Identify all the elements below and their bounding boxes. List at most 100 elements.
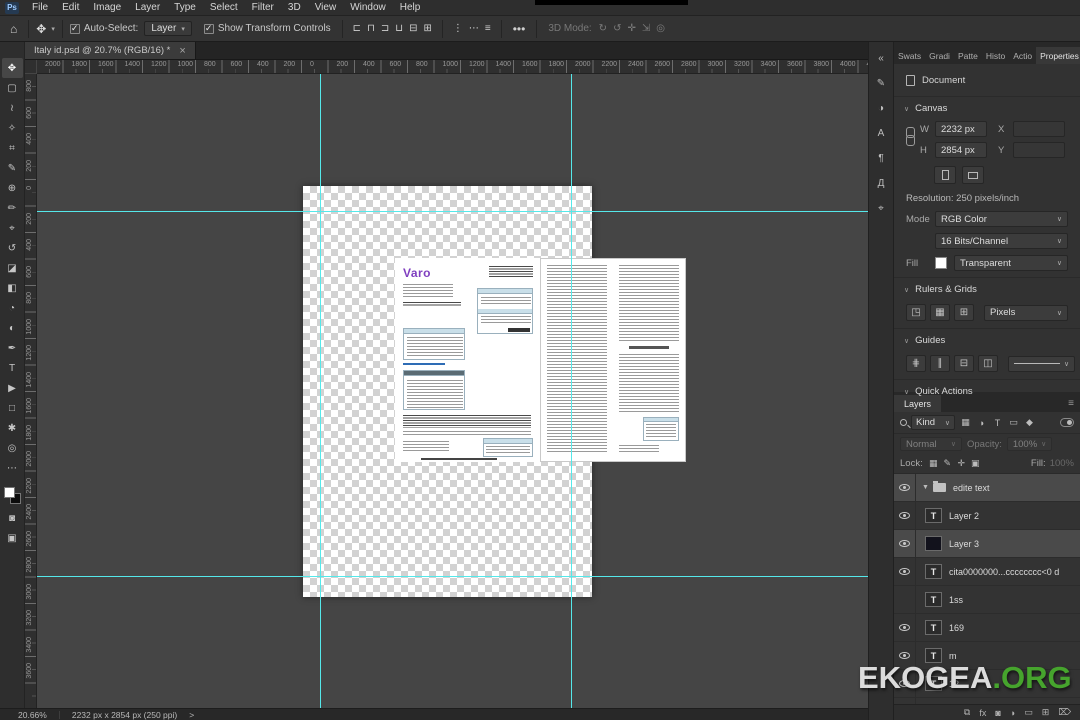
canvas-viewport[interactable]: Varo bbox=[37, 74, 868, 708]
menu-window[interactable]: Window bbox=[343, 0, 393, 15]
quick-mask-button[interactable]: ◙ bbox=[2, 508, 23, 528]
align-right-edges-icon[interactable]: ⊐ bbox=[378, 23, 392, 34]
more-options-icon[interactable]: ••• bbox=[509, 22, 530, 36]
history-brush-tool[interactable]: ↺ bbox=[2, 238, 23, 258]
lock-position-icon[interactable]: ✛ bbox=[955, 456, 968, 471]
crop-tool[interactable]: ⌗ bbox=[2, 138, 23, 158]
opacity-select[interactable]: 100% ∨ bbox=[1006, 437, 1053, 451]
properties-document-row[interactable]: Document bbox=[894, 68, 1080, 93]
brush-tool[interactable]: ✏ bbox=[2, 198, 23, 218]
filter-type-layers-icon[interactable]: T bbox=[990, 415, 1005, 430]
guide-horizontal[interactable] bbox=[37, 576, 868, 577]
layer-row[interactable]: ▼ edite text bbox=[894, 474, 1080, 502]
rulers-grids-section-header[interactable]: ∨ Rulers & Grids bbox=[894, 277, 1080, 300]
canvas-area[interactable]: 2000 1800 1600 1400 1200 1000 800 600 400 200 0 200… bbox=[25, 60, 868, 708]
3d-slide-icon[interactable]: ⇲ bbox=[639, 23, 653, 34]
distribute-vertical-icon[interactable]: ⋮ bbox=[450, 23, 466, 34]
menu-view[interactable]: View bbox=[308, 0, 344, 15]
ruler-top[interactable]: 2000 1800 1600 1400 1200 1000 800 600 400 200 0 200… bbox=[37, 60, 868, 74]
layer-visibility-toggle[interactable] bbox=[894, 501, 916, 530]
tab-histo[interactable]: Histo bbox=[982, 47, 1009, 64]
brushes-panel-icon[interactable]: ✎ bbox=[871, 75, 891, 91]
expand-panels-icon[interactable]: « bbox=[871, 50, 891, 66]
marquee-tool[interactable]: ▢ bbox=[2, 78, 23, 98]
menu-3d[interactable]: 3D bbox=[281, 0, 308, 15]
ruler-corner[interactable] bbox=[25, 60, 37, 74]
filter-shape-layers-icon[interactable]: ▭ bbox=[1006, 415, 1021, 430]
auto-select-checkbox[interactable] bbox=[69, 23, 80, 34]
gradient-tool[interactable]: ◧ bbox=[2, 278, 23, 298]
landscape-orientation-button[interactable] bbox=[962, 166, 984, 184]
menu-layer[interactable]: Layer bbox=[128, 0, 167, 15]
menu-filter[interactable]: Filter bbox=[245, 0, 281, 15]
ruler-toggle-icon[interactable]: ◳ bbox=[906, 304, 926, 321]
screen-mode-button[interactable]: ▣ bbox=[2, 528, 23, 548]
distribute-spacing-icon[interactable]: ≡ bbox=[482, 23, 494, 34]
portrait-orientation-button[interactable] bbox=[934, 166, 956, 184]
align-bottom-edges-icon[interactable]: ⊞ bbox=[420, 23, 434, 34]
units-select[interactable]: Pixels ∨ bbox=[984, 304, 1068, 321]
type-tool[interactable]: T bbox=[2, 358, 23, 378]
align-top-edges-icon[interactable]: ⊔ bbox=[392, 23, 406, 34]
3d-scale-icon[interactable]: ◎ bbox=[653, 23, 668, 34]
menu-edit[interactable]: Edit bbox=[55, 0, 86, 15]
path-selection-tool[interactable]: ▶ bbox=[2, 378, 23, 398]
zoom-level-field[interactable]: 20.66% bbox=[18, 710, 47, 720]
layer-visibility-toggle[interactable] bbox=[894, 613, 916, 642]
layer-row[interactable]: T 169 bbox=[894, 613, 1080, 642]
3d-rotate-icon[interactable]: ↻ bbox=[596, 23, 610, 34]
new-guide-layout-icon[interactable]: ⋕ bbox=[906, 355, 926, 372]
canvas-width-field[interactable]: 2232 px bbox=[935, 121, 987, 137]
clear-guides-icon[interactable]: ◫ bbox=[978, 355, 998, 372]
align-horizontal-centers-icon[interactable]: ⊓ bbox=[364, 23, 378, 34]
filter-pixel-layers-icon[interactable]: ▦ bbox=[958, 415, 973, 430]
horizontal-guide-icon[interactable]: ⊟ bbox=[954, 355, 974, 372]
show-transform-checkbox[interactable] bbox=[203, 23, 214, 34]
add-layer-mask-icon[interactable]: ◙ bbox=[995, 708, 1000, 718]
tab-swats[interactable]: Swats bbox=[894, 47, 925, 64]
vertical-guide-icon[interactable]: ∥ bbox=[930, 355, 950, 372]
delete-layer-icon[interactable]: ⌦ bbox=[1058, 707, 1071, 718]
group-expand-chevron[interactable]: ▼ bbox=[922, 484, 929, 491]
lock-all-icon[interactable]: ▣ bbox=[969, 456, 982, 471]
close-icon[interactable]: × bbox=[179, 45, 185, 57]
tab-gradi[interactable]: Gradi bbox=[925, 47, 954, 64]
menu-file[interactable]: File bbox=[25, 0, 55, 15]
layer-row[interactable]: Layer 3 bbox=[894, 529, 1080, 558]
fill-select[interactable]: Transparent ∨ bbox=[954, 255, 1068, 271]
grid-settings-icon[interactable]: ⊞ bbox=[954, 304, 974, 321]
guide-style-select[interactable]: ∨ bbox=[1008, 355, 1076, 372]
hand-tool[interactable]: ✱ bbox=[2, 418, 23, 438]
quick-actions-section-header[interactable]: ∨ Quick Actions bbox=[894, 379, 1080, 402]
distribute-horizontal-icon[interactable]: ⋯ bbox=[466, 23, 482, 34]
grid-overlay-icon[interactable]: ▦ bbox=[930, 304, 950, 321]
layer-effects-icon[interactable]: fx bbox=[979, 708, 986, 718]
tab-actio[interactable]: Actio bbox=[1009, 47, 1036, 64]
edit-toolbar-button[interactable]: ⋯ bbox=[2, 458, 23, 478]
zoom-tool[interactable]: ◎ bbox=[2, 438, 23, 458]
lock-transparent-pixels-icon[interactable]: ▦ bbox=[927, 456, 940, 471]
guide-vertical[interactable] bbox=[320, 74, 321, 708]
document-tab[interactable]: Italy id.psd @ 20.7% (RGB/16) * × bbox=[25, 42, 196, 59]
canvas-height-field[interactable]: 2854 px bbox=[935, 142, 987, 158]
blur-tool[interactable]: ◔ bbox=[2, 298, 23, 318]
3d-roll-icon[interactable]: ↺ bbox=[610, 23, 624, 34]
menu-type[interactable]: Type bbox=[167, 0, 203, 15]
pen-tool[interactable]: ✒ bbox=[2, 338, 23, 358]
filter-kind-select[interactable]: Kind ∨ bbox=[911, 415, 955, 430]
eraser-tool[interactable]: ◪ bbox=[2, 258, 23, 278]
layer-row[interactable]: T 1ss bbox=[894, 585, 1080, 614]
blend-mode-select[interactable]: Normal ∨ bbox=[900, 437, 962, 451]
foreground-color-swatch[interactable] bbox=[3, 487, 15, 498]
tab-properties[interactable]: Properties bbox=[1036, 47, 1080, 64]
auto-select-target-select[interactable]: Layer ▾ bbox=[144, 21, 192, 36]
fill-swatch[interactable] bbox=[935, 257, 947, 269]
new-group-icon[interactable]: ▭ bbox=[1024, 707, 1033, 718]
menu-help[interactable]: Help bbox=[393, 0, 428, 15]
3d-drag-icon[interactable]: ✛ bbox=[624, 23, 638, 34]
menu-select[interactable]: Select bbox=[203, 0, 245, 15]
current-tool-icon[interactable]: ✥ ▾ bbox=[36, 22, 55, 36]
align-left-edges-icon[interactable]: ⊏ bbox=[350, 23, 364, 34]
fill-value[interactable]: 100% bbox=[1050, 458, 1074, 469]
filter-toggle[interactable] bbox=[1060, 418, 1074, 427]
